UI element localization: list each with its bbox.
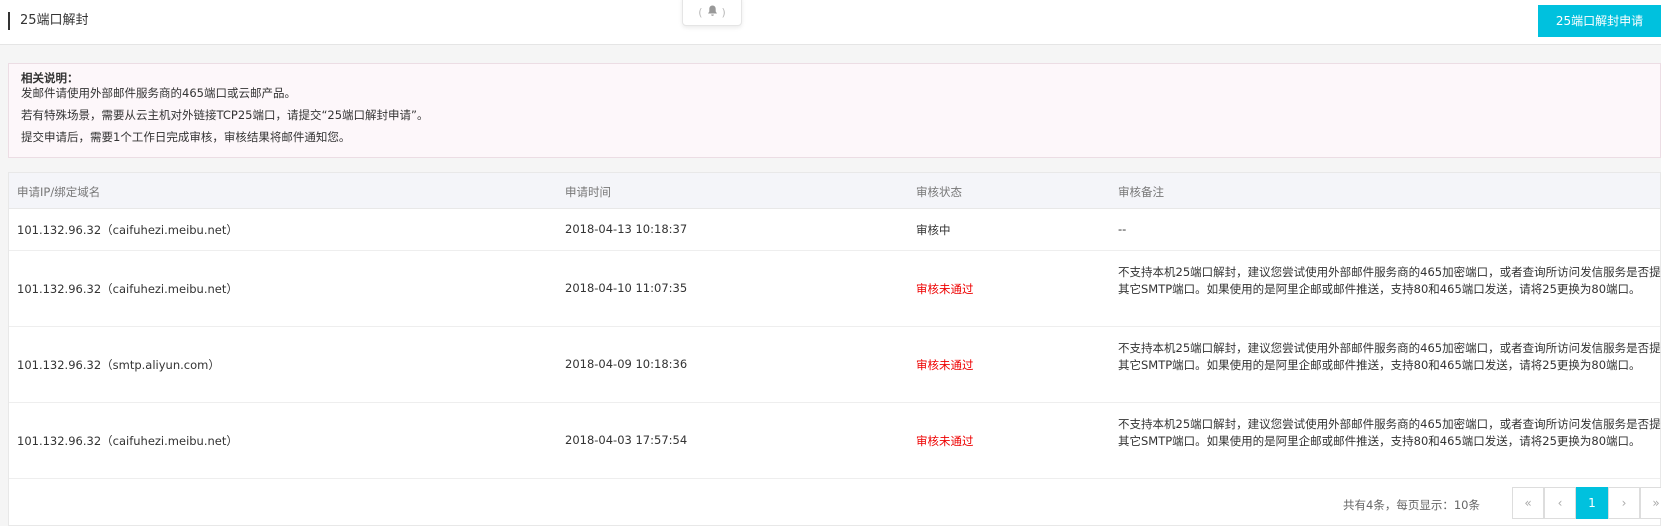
header-ip: 申请IP/绑定域名 [17,185,101,199]
cell-status: 审核未通过 [916,358,974,372]
prev-page-button[interactable]: ‹ [1544,487,1576,519]
page-1-button[interactable]: 1 [1576,487,1608,519]
next-page-button[interactable]: › [1608,487,1640,519]
cell-status: 审核未通过 [916,434,974,448]
cell-ip: 101.132.96.32（caifuhezi.meibu.net） [17,282,238,296]
table-row: 101.132.96.32（smtp.aliyun.com） 2018-04-0… [9,327,1661,403]
notice-line: 提交申请后，需要1个工作日完成审核，审核结果将邮件通知您。 [21,130,351,144]
cell-note: 不支持本机25端口解封，建议您尝试使用外部邮件服务商的465加密端口，或者查询所… [1118,341,1661,372]
cell-ip: 101.132.96.32（caifuhezi.meibu.net） [17,434,238,448]
last-page-button[interactable]: » [1640,487,1661,519]
apply-unblock-button[interactable]: 25端口解封申请 [1538,5,1661,37]
cell-status: 审核未通过 [916,282,974,296]
notify-bracket-left: ( [698,5,703,19]
application-table: 申请IP/绑定域名 申请时间 审核状态 审核备注 101.132.96.32（c… [8,172,1661,526]
cell-note: 不支持本机25端口解封，建议您尝试使用外部邮件服务商的465加密端口，或者查询所… [1118,417,1661,448]
cell-time: 2018-04-10 11:07:35 [565,281,688,295]
cell-time: 2018-04-03 17:57:54 [565,433,688,447]
header-status: 审核状态 [916,185,962,199]
page-title: 25端口解封 [8,12,89,30]
cell-note: 不支持本机25端口解封，建议您尝试使用外部邮件服务商的465加密端口，或者查询所… [1118,265,1661,296]
cell-status: 审核中 [916,223,951,237]
pagination-summary: 共有4条，每页显示：10条 [1343,498,1480,512]
notification-button[interactable]: ( ) [682,0,742,26]
notice-line: 若有特殊场景，需要从云主机对外链接TCP25端口，请提交“25端口解封申请”。 [21,108,429,122]
notice-line: 发邮件请使用外部邮件服务商的465端口或云邮产品。 [21,86,296,100]
notice-box: 相关说明： 发邮件请使用外部邮件服务商的465端口或云邮产品。 若有特殊场景，需… [8,63,1661,158]
first-page-button[interactable]: « [1512,487,1544,519]
bell-icon [707,5,718,20]
cell-time: 2018-04-09 10:18:36 [565,357,688,371]
cell-time: 2018-04-13 10:18:37 [565,222,688,236]
cell-note: -- [1118,222,1127,236]
top-bar: 25端口解封 ( ) 25端口解封申请 [0,0,1661,45]
table-header: 申请IP/绑定域名 申请时间 审核状态 审核备注 [9,173,1660,209]
pagination: 共有4条，每页显示：10条 « ‹ 1 › » [9,485,1661,521]
notify-bracket-right: ) [721,5,726,19]
table-row: 101.132.96.32（caifuhezi.meibu.net） 2018-… [9,251,1661,327]
table-row: 101.132.96.32（caifuhezi.meibu.net） 2018-… [9,209,1660,251]
notice-title: 相关说明： [21,71,79,85]
cell-ip: 101.132.96.32（caifuhezi.meibu.net） [17,223,238,237]
header-note: 审核备注 [1118,185,1164,199]
table-row: 101.132.96.32（caifuhezi.meibu.net） 2018-… [9,403,1661,479]
header-time: 申请时间 [565,185,611,199]
cell-ip: 101.132.96.32（smtp.aliyun.com） [17,358,220,372]
